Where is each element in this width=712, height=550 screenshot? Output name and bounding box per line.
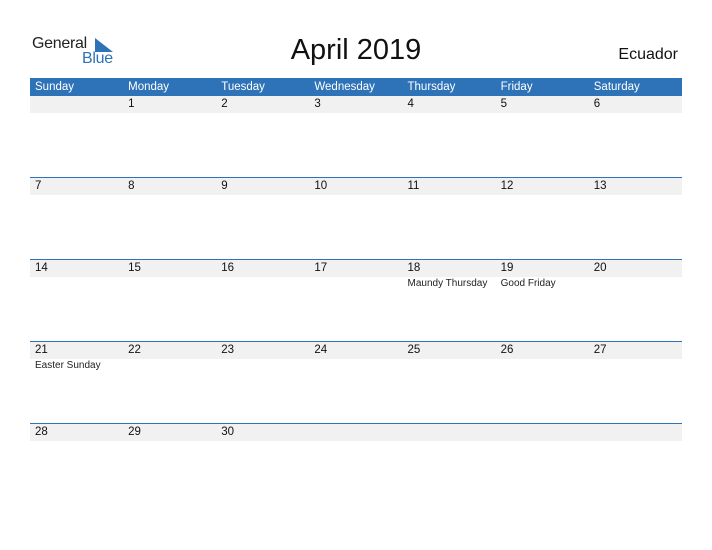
weekday-monday: Monday — [128, 81, 170, 93]
holiday-label — [589, 277, 682, 291]
day-number: 10 — [314, 180, 328, 192]
day-number — [30, 96, 123, 113]
day-number — [496, 424, 589, 441]
week-row: 14 15 16 17 18 19 20 Maundy Thursday Good Friday — [30, 259, 682, 341]
day-number: 17 — [314, 262, 328, 274]
day-number-row: 1 2 3 4 5 6 — [30, 96, 682, 113]
day-number: 11 — [407, 180, 420, 192]
weekday-wednesday: Wednesday — [314, 81, 375, 93]
day-number: 2 — [221, 98, 228, 110]
holiday-label — [216, 277, 309, 291]
day-number-row: 7 8 9 10 11 12 13 — [30, 178, 682, 195]
day-number: 18 — [407, 262, 421, 274]
day-number — [309, 424, 402, 441]
weekday-friday: Friday — [500, 81, 533, 93]
event-row: Easter Sunday — [30, 359, 682, 373]
country-label: Ecuador — [618, 46, 678, 63]
day-number: 22 — [128, 344, 141, 356]
page-title: April 2019 — [290, 34, 422, 66]
week-row: 21 22 23 24 25 26 27 Easter Sunday — [30, 341, 682, 423]
holiday-label: Maundy Thursday — [407, 278, 488, 289]
day-number: 9 — [221, 180, 228, 192]
weekday-header: Sunday Monday Tuesday Wednesday Thursday… — [30, 78, 682, 96]
event-row: Maundy Thursday Good Friday — [30, 277, 682, 291]
holiday-label — [589, 359, 682, 373]
day-number: 7 — [35, 180, 42, 192]
day-number: 20 — [593, 262, 607, 274]
holiday-label — [403, 359, 496, 373]
day-number: 26 — [500, 344, 514, 356]
day-number: 30 — [221, 426, 235, 438]
holiday-label — [496, 359, 589, 373]
day-number: 14 — [35, 262, 48, 274]
weekday-tuesday: Tuesday — [221, 81, 265, 93]
day-number: 8 — [128, 180, 135, 192]
weekday-sunday: Sunday — [35, 81, 75, 93]
day-number — [589, 424, 682, 441]
week-row: 7 8 9 10 11 12 13 — [30, 177, 682, 259]
day-number: 25 — [407, 344, 421, 356]
holiday-label — [309, 359, 402, 373]
week-row: 1 2 3 4 5 6 — [30, 96, 682, 177]
day-number: 29 — [128, 426, 141, 438]
weekday-saturday: Saturday — [593, 81, 640, 93]
holiday-label: Good Friday — [500, 278, 556, 289]
holiday-label — [216, 359, 309, 373]
holiday-label: Easter Sunday — [35, 360, 101, 371]
day-number: 15 — [128, 262, 141, 274]
day-number: 28 — [35, 426, 48, 438]
day-number: 19 — [500, 262, 514, 274]
day-number: 16 — [221, 262, 235, 274]
day-number: 4 — [407, 98, 414, 110]
holiday-label — [123, 277, 216, 291]
day-number: 1 — [128, 98, 135, 110]
day-number-row: 28 29 30 — [30, 424, 682, 441]
day-number: 27 — [593, 344, 607, 356]
day-number: 24 — [314, 344, 328, 356]
day-number-row: 14 15 16 17 18 19 20 — [30, 260, 682, 277]
day-number: 3 — [314, 98, 321, 110]
holiday-label — [30, 277, 123, 291]
day-number: 13 — [593, 180, 607, 192]
day-number: 12 — [500, 180, 514, 192]
holiday-label — [123, 359, 216, 373]
weekday-thursday: Thursday — [407, 81, 456, 93]
day-number-row: 21 22 23 24 25 26 27 — [30, 342, 682, 359]
week-row: 28 29 30 — [30, 423, 682, 505]
day-number: 5 — [500, 98, 508, 110]
calendar-grid: Sunday Monday Tuesday Wednesday Thursday… — [30, 78, 682, 505]
day-number: 23 — [221, 344, 235, 356]
day-number: 21 — [35, 344, 48, 356]
day-number: 6 — [593, 98, 601, 110]
day-number — [403, 424, 496, 441]
holiday-label — [309, 277, 402, 291]
